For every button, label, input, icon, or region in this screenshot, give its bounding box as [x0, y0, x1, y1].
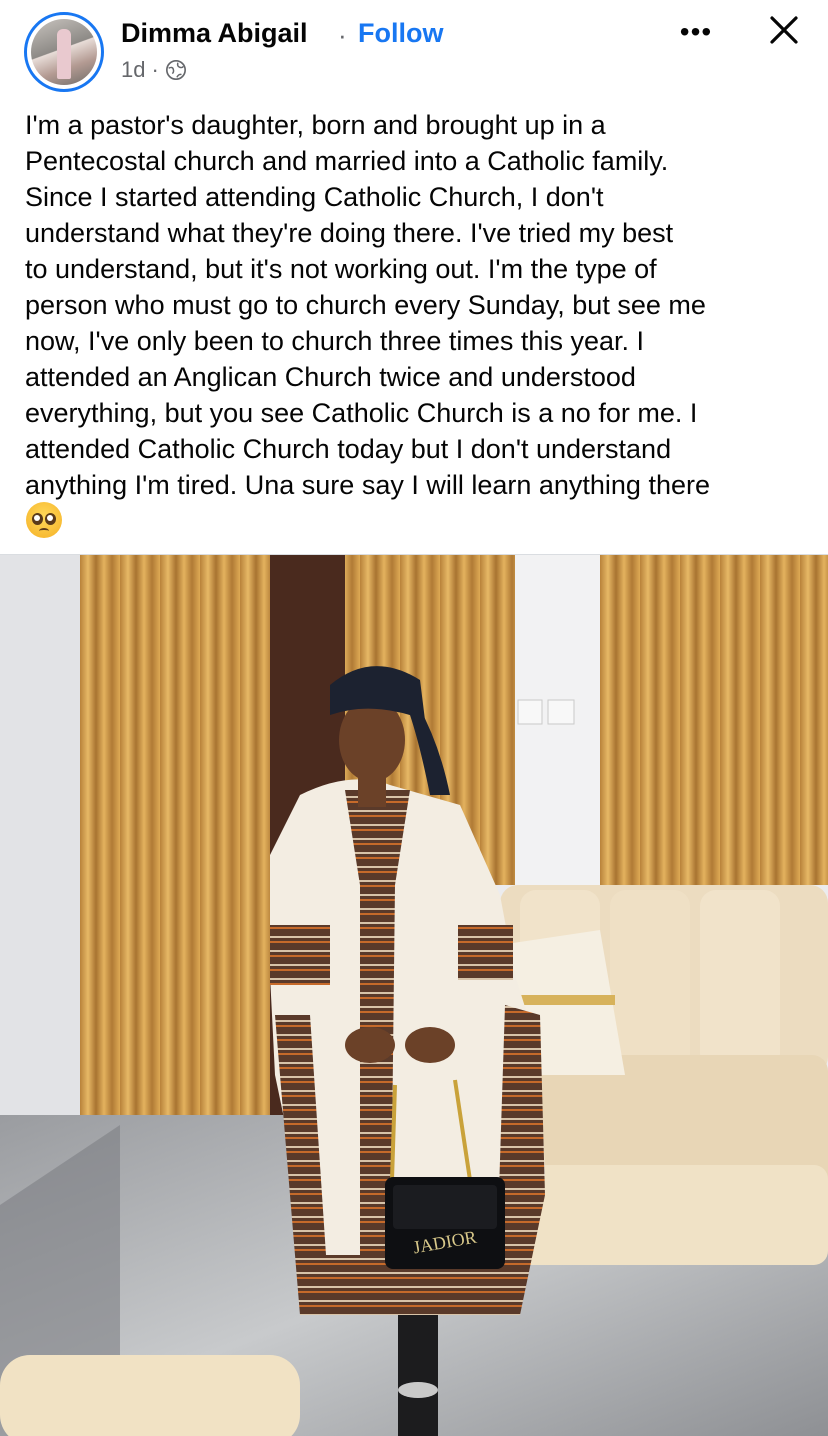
post-meta: 1d · [121, 57, 187, 83]
post-header: Dimma Abigail · Follow 1d · ••• [0, 0, 828, 100]
more-options-icon[interactable]: ••• [678, 14, 714, 50]
post-time[interactable]: 1d [121, 57, 145, 83]
post-text: I'm a pastor's daughter, born and brough… [25, 110, 710, 500]
name-separator: · [338, 20, 347, 50]
meta-separator: · [151, 57, 159, 82]
close-icon[interactable] [764, 10, 804, 50]
follow-button[interactable]: Follow [358, 18, 443, 49]
globe-icon [165, 60, 186, 80]
pleading-face-emoji [26, 502, 62, 538]
avatar-image [31, 19, 97, 85]
post-photo[interactable]: JADIOR [0, 555, 828, 1436]
profile-avatar[interactable] [24, 12, 104, 92]
author-name[interactable]: Dimma Abigail [121, 18, 308, 49]
